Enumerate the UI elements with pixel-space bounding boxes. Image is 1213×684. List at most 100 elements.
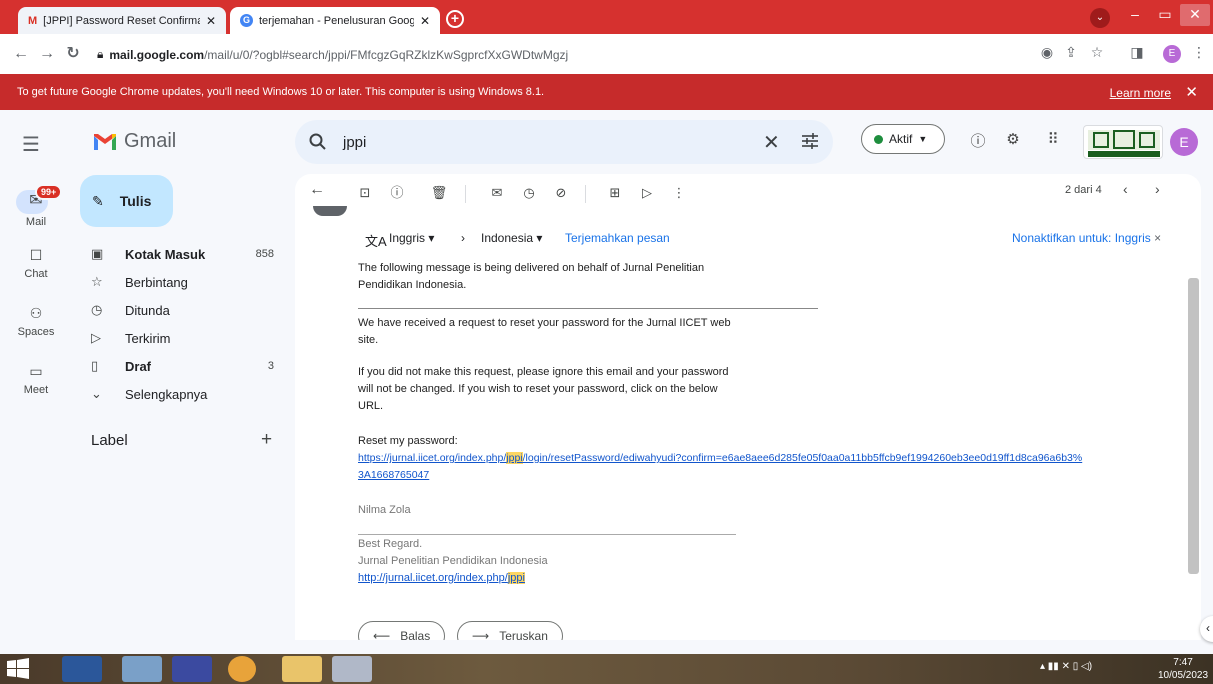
mark-unread-icon[interactable]: ✉ [487, 183, 507, 203]
maximize-button[interactable]: ▭ [1150, 4, 1180, 26]
rail-item-meet[interactable]: ▭ Meet [0, 362, 72, 396]
organization-logo[interactable] [1083, 125, 1163, 159]
delete-icon[interactable]: 🗑︎ [429, 183, 449, 203]
sidepanel-icon[interactable]: ◨ [1126, 44, 1148, 66]
report-spam-icon[interactable]: ⓘ [387, 183, 407, 203]
window-close-button[interactable]: ✕ [1180, 4, 1210, 26]
next-message-icon[interactable]: › [1155, 181, 1160, 197]
gmail-logo[interactable]: Gmail [92, 130, 176, 153]
file-explorer-icon[interactable] [282, 656, 322, 682]
learn-more-link[interactable]: Learn more [1110, 86, 1171, 100]
gmail-favicon-icon: M [28, 14, 38, 27]
rail-item-spaces[interactable]: ⚇ Spaces [0, 304, 72, 338]
spaces-icon: ⚇ [29, 305, 43, 321]
status-selector[interactable]: Aktif ▼ [861, 124, 945, 154]
tab-google-search[interactable]: G terjemahan - Penelusuran Google ✕ [230, 7, 440, 34]
forward-button[interactable]: ⟶ Teruskan [457, 621, 563, 640]
forward-arrow-icon[interactable]: → [36, 43, 58, 65]
search-input[interactable]: jppi [343, 134, 366, 151]
main-menu-icon[interactable]: ☰ [22, 132, 40, 157]
account-avatar[interactable]: E [1170, 128, 1198, 156]
link-text: /login/resetPassword/ediwahyudi?confirm=… [522, 452, 1083, 464]
translate-message-link[interactable]: Terjemahkan pesan [565, 231, 670, 245]
warning-close-icon[interactable]: ✕ [1185, 83, 1198, 101]
reply-button[interactable]: ⟵ Balas [358, 621, 446, 640]
side-panel-toggle-icon[interactable]: ‹ [1200, 616, 1213, 642]
disable-translation-link[interactable]: Nonaktifkan untuk: Inggris × [1012, 231, 1161, 245]
compose-button[interactable]: ✎ Tulis [80, 175, 173, 227]
rail-item-mail[interactable]: ✉ 99+ Mail [0, 180, 72, 232]
paint-app-icon[interactable] [122, 656, 162, 682]
add-task-icon[interactable]: ⊘ [551, 183, 571, 203]
search-bar[interactable]: jppi ✕ [295, 120, 833, 164]
message-paragraph: We have received a request to reset your… [358, 315, 1158, 349]
nav-item-more[interactable]: ⌄ Selengkapnya [80, 380, 280, 408]
taskbar-clock[interactable]: 7:47 10/05/2023 [1158, 656, 1208, 682]
add-label-icon[interactable]: + [261, 429, 272, 451]
source-language-select[interactable]: Inggris ▾ [389, 231, 434, 245]
rail-label: Chat [24, 268, 48, 280]
nav-item-snoozed[interactable]: ◷ Ditunda [80, 296, 280, 324]
system-tray[interactable]: ▴ ▮▮ ✕ ▯ ◁) [1040, 661, 1092, 672]
message-line: We have received a request to reset your… [358, 317, 731, 329]
minimize-button[interactable]: – [1120, 4, 1150, 26]
snooze-icon[interactable]: ◷ [519, 183, 539, 203]
nav-item-label: Selengkapnya [125, 386, 208, 402]
reply-icon: ⟵ [373, 629, 391, 640]
new-tab-button[interactable]: + [446, 10, 464, 28]
labels-heading: Label [91, 432, 128, 449]
message-scrollbar[interactable] [1188, 278, 1199, 574]
tab-close-icon[interactable]: ✕ [420, 14, 430, 28]
bookmark-star-icon[interactable]: ☆ [1086, 44, 1108, 66]
reload-icon[interactable]: ↻ [62, 43, 84, 65]
chrome-app-icon[interactable] [228, 656, 256, 682]
target-language-select[interactable]: Indonesia ▾ [481, 231, 542, 245]
word-app-icon[interactable] [62, 656, 102, 682]
message-intro: The following message is being delivered… [358, 260, 1158, 294]
browser-menu-icon[interactable]: ⋮ [1188, 44, 1210, 66]
more-options-icon[interactable]: ⋮ [669, 183, 689, 203]
inbox-icon: ▣ [91, 246, 104, 261]
app-icon[interactable] [172, 656, 212, 682]
journal-link[interactable]: http://jurnal.iicet.org/index.php/jppi [358, 570, 1158, 587]
reset-label: Reset my password: [358, 435, 458, 447]
share-icon[interactable]: ⇪ [1060, 44, 1082, 66]
nav-item-drafts[interactable]: ▯ Draf 3 [80, 352, 280, 380]
label-icon[interactable]: ▷ [637, 183, 657, 203]
previous-message-icon[interactable]: ‹ [1123, 181, 1128, 197]
draft-icon: ▯ [91, 358, 99, 373]
windows-start-icon[interactable] [6, 658, 30, 680]
search-icon[interactable] [309, 133, 327, 151]
nav-item-sent[interactable]: ▷ Terkirim [80, 324, 280, 352]
rail-item-chat[interactable]: ☐ Chat [0, 246, 72, 280]
settings-gear-icon[interactable]: ⚙ [1002, 130, 1024, 152]
link-text: https://jurnal.iicet.org/index.php/ [358, 452, 507, 464]
help-icon[interactable]: ⓘ [967, 130, 989, 152]
reset-password-link[interactable]: https://jurnal.iicet.org/index.php/jppi/… [358, 450, 1188, 467]
browser-address-bar: ← → ↻ 🔒︎ mail.google.com /mail/u/0/?ogbl… [0, 34, 1213, 74]
reset-password-link-cont[interactable]: 3A1668765047 [358, 467, 1188, 484]
nav-item-inbox[interactable]: ▣ Kotak Masuk 858 [80, 240, 280, 268]
lock-icon: 🔒︎ [97, 47, 104, 61]
back-to-list-icon[interactable]: ← [307, 180, 327, 200]
nav-item-starred[interactable]: ☆ Berbintang [80, 268, 280, 296]
clear-search-icon[interactable]: ✕ [763, 130, 780, 155]
archive-icon[interactable]: ⊡ [355, 183, 375, 203]
tab-password-reset[interactable]: M [JPPI] Password Reset Confirmatio ✕ [18, 7, 226, 34]
translate-icon: 文A [365, 234, 387, 249]
move-to-icon[interactable]: ⊞ [605, 183, 625, 203]
browser-profile-avatar[interactable]: E [1163, 45, 1181, 63]
back-arrow-icon[interactable]: ← [10, 43, 32, 65]
url-path: /mail/u/0/?ogbl#search/jppi/FMfcgzGqRZkl… [204, 47, 569, 62]
message-view: ← ⊡ ⓘ 🗑︎ ✉ ◷ ⊘ ⊞ ▷ ⋮ 2 dari 4 ‹ › 文A Ing… [295, 174, 1201, 640]
tab-search-icon[interactable]: ⌄ [1090, 8, 1110, 28]
chrome-active-app-icon[interactable] [332, 656, 372, 682]
apps-grid-icon[interactable]: ⠿ [1042, 130, 1064, 152]
message-line: The following message is being delivered… [358, 262, 705, 274]
tab-close-icon[interactable]: ✕ [206, 14, 216, 28]
search-highlight: jppi [507, 572, 525, 584]
nav-item-count: 858 [255, 248, 274, 260]
eye-icon[interactable]: ◉ [1036, 44, 1058, 66]
search-options-icon[interactable] [801, 132, 819, 150]
url-bar[interactable]: 🔒︎ mail.google.com /mail/u/0/?ogbl#searc… [97, 41, 1027, 68]
